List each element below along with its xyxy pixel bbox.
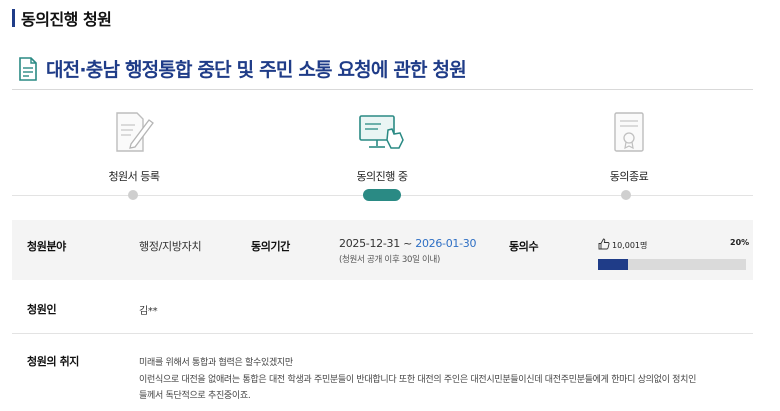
petition-title-text: 대전·충남 행정통합 중단 및 주민 소통 요청에 관한 청원 xyxy=(46,59,467,81)
monitor-hand-icon xyxy=(359,115,404,149)
consent-percent: 20% xyxy=(730,238,750,247)
purpose-line: 미래를 위해서 통합과 협력은 할수있겠지만 xyxy=(139,358,293,368)
document-icon xyxy=(19,56,37,81)
step-dot-active xyxy=(363,189,401,201)
step-label: 동의진행 중 xyxy=(356,170,408,183)
step-in-progress: 동의진행 중 xyxy=(322,110,442,183)
consent-label: 동의수 xyxy=(509,240,539,253)
step-registered: 청원서 등록 xyxy=(74,110,194,183)
thumbs-up-icon xyxy=(598,238,610,250)
page-heading: 동의진행 청원 xyxy=(12,7,112,29)
title-divider xyxy=(12,89,753,90)
certificate-icon xyxy=(614,112,644,152)
consent-progress-bar xyxy=(598,259,746,270)
field-label: 청원분야 xyxy=(27,240,66,253)
purpose-label: 청원의 취지 xyxy=(27,355,80,368)
purpose-line: 들께서 독단적으로 추진중이죠. xyxy=(139,391,251,401)
petitioner-label: 청원인 xyxy=(27,303,57,316)
page-heading-text: 동의진행 청원 xyxy=(21,10,112,29)
consent-progress-fill xyxy=(598,259,628,270)
step-dot-ended xyxy=(621,190,631,200)
petitioner-value: 김** xyxy=(139,306,158,317)
period-end: 2026-01-30 xyxy=(415,237,477,250)
period-range: 2025-12-31 ~ 2026-01-30 xyxy=(339,237,477,250)
heading-accent-bar xyxy=(12,9,15,27)
petition-title: 대전·충남 행정통합 중단 및 주민 소통 요청에 관한 청원 xyxy=(18,55,467,82)
section-divider xyxy=(12,333,753,334)
field-value: 행정/지방자치 xyxy=(139,240,202,253)
period-separator: ~ xyxy=(403,237,413,250)
period-label: 동의기간 xyxy=(251,240,290,253)
step-label: 청원서 등록 xyxy=(108,170,160,183)
step-dot-registered xyxy=(128,190,138,200)
pen-document-icon xyxy=(116,112,154,152)
step-label: 동의종료 xyxy=(609,170,649,183)
period-note: (청원서 공개 이후 30일 이내) xyxy=(339,255,441,265)
period-start: 2025-12-31 xyxy=(339,237,400,250)
step-ended: 동의종료 xyxy=(569,110,689,183)
purpose-line: 이런식으로 대전을 없애려는 통합은 대전 학생과 주민분들이 반대합니다 또한… xyxy=(139,375,697,385)
consent-count: 10,001명 xyxy=(612,241,648,250)
